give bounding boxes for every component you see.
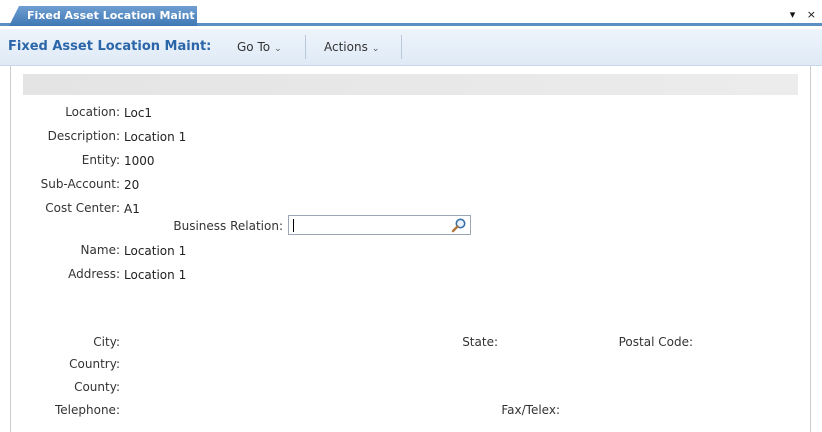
country-label: Country: [69, 357, 120, 371]
toolbar-divider [401, 35, 402, 59]
telephone-label: Telephone: [55, 403, 120, 417]
description-value: Location 1 [124, 130, 187, 144]
address-value: Location 1 [124, 268, 187, 282]
sub-account-label: Sub-Account: [40, 177, 120, 191]
section-header-band [23, 74, 798, 95]
postal-code-label: Postal Code: [618, 335, 693, 349]
city-label: City: [93, 335, 120, 349]
text-cursor [293, 219, 294, 232]
description-label: Description: [47, 129, 120, 143]
goto-menu-label: Go To [237, 40, 271, 54]
address-label: Address: [68, 267, 120, 281]
actions-menu[interactable]: Actions ⌄ [324, 40, 379, 54]
fax-telex-label: Fax/Telex: [501, 403, 560, 417]
toolbar: Fixed Asset Location Maint: Go To ⌄ Actio… [0, 29, 822, 66]
business-relation-label: Business Relation: [173, 219, 283, 233]
location-value: Loc1 [124, 106, 153, 120]
cost-center-value: A1 [124, 202, 140, 216]
tab-fixed-asset-location-maint[interactable]: Fixed Asset Location Maint [9, 6, 197, 26]
state-label: State: [462, 335, 498, 349]
actions-menu-label: Actions [324, 40, 368, 54]
business-relation-input[interactable] [288, 215, 471, 235]
toolbar-divider [305, 35, 306, 59]
search-icon[interactable] [451, 217, 467, 233]
location-label: Location: [65, 105, 120, 119]
tab-strip: Fixed Asset Location Maint ▾ × [0, 0, 822, 26]
page-title: Fixed Asset Location Maint: [8, 39, 212, 54]
cost-center-label: Cost Center: [45, 201, 120, 215]
county-label: County: [74, 380, 120, 394]
goto-menu[interactable]: Go To ⌄ [237, 40, 282, 54]
name-value: Location 1 [124, 244, 187, 258]
name-label: Name: [80, 243, 120, 257]
entity-label: Entity: [81, 153, 120, 167]
form-panel: Location: Loc1 Description: Location 1 E… [10, 66, 811, 432]
tab-controls[interactable]: ▾ × [790, 8, 820, 21]
chevron-down-icon: ⌄ [274, 44, 282, 54]
entity-value: 1000 [124, 154, 155, 168]
sub-account-value: 20 [124, 178, 140, 192]
chevron-down-icon: ⌄ [371, 44, 380, 54]
